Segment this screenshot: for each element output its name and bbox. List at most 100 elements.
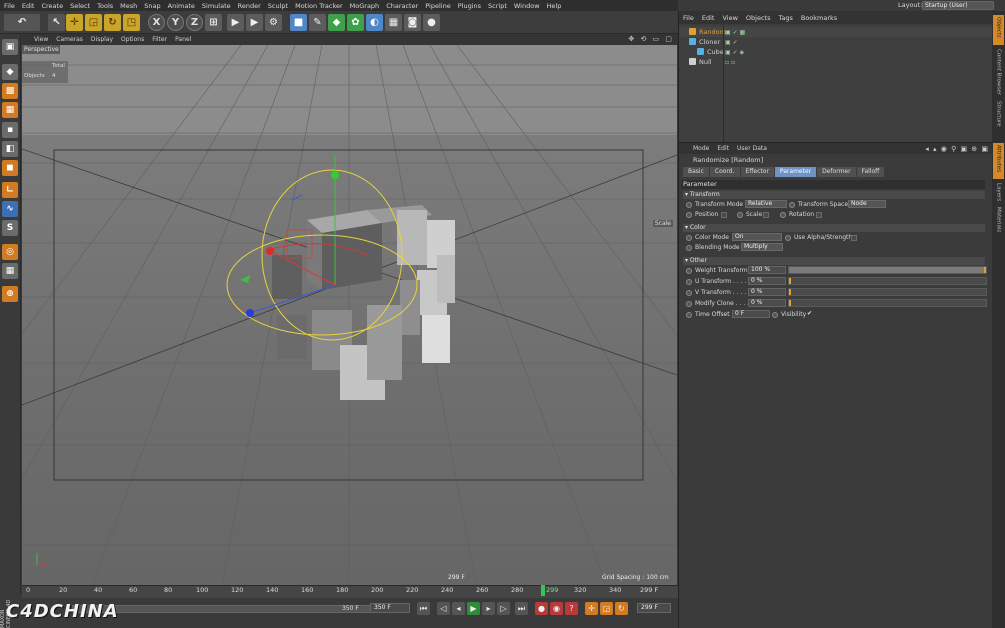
menu-mograph[interactable]: MoGraph	[350, 2, 380, 10]
om-menu-tags[interactable]: Tags	[778, 14, 792, 22]
timeline-playhead[interactable]	[541, 585, 545, 596]
am-menu-user-data[interactable]: User Data	[737, 145, 767, 152]
deformer-icon[interactable]: ◐	[366, 14, 383, 31]
render-picture-viewer-icon[interactable]: ▶	[246, 14, 263, 31]
key-scale-icon[interactable]: ◲	[600, 602, 613, 615]
z-axis-toggle[interactable]: Z	[186, 14, 203, 31]
tab-effector[interactable]: Effector	[740, 167, 774, 177]
perspective-viewport[interactable]: Perspective Total Objects 4 Scale 299 F …	[22, 45, 677, 585]
edges-mode-icon[interactable]: ◧	[2, 141, 18, 157]
select-tool-icon[interactable]: ↖	[48, 14, 65, 31]
lock-workplane-icon[interactable]: ◎	[2, 244, 18, 260]
om-menu-bookmarks[interactable]: Bookmarks	[801, 14, 837, 22]
vtab-objects[interactable]: Objects	[993, 15, 1004, 45]
cloner-icon[interactable]: ✿	[347, 14, 364, 31]
menu-script[interactable]: Script	[488, 2, 507, 10]
viewport-nav-icons[interactable]: ✥ ⟲ ▭ ▢	[628, 35, 674, 43]
slider-knob[interactable]	[789, 300, 791, 306]
recent-tool-icon[interactable]: ◳	[123, 14, 140, 31]
modify-clone-slider[interactable]	[788, 299, 987, 307]
om-menu-edit[interactable]: Edit	[702, 14, 715, 22]
color-mode-anim-toggle[interactable]	[686, 235, 692, 241]
menu-mesh[interactable]: Mesh	[120, 2, 137, 10]
model-mode-icon[interactable]: ◆	[2, 64, 18, 80]
v-transform-slider[interactable]	[788, 288, 987, 296]
om-menu-file[interactable]: File	[683, 14, 694, 22]
axis-mode-icon[interactable]: ∟	[2, 182, 18, 198]
menu-simulate[interactable]: Simulate	[202, 2, 231, 10]
object-manager-list[interactable]: Random ▣ ✓ ▦ Cloner ▣ ✓ Cube ▣ ✓ ◈ Null …	[679, 25, 993, 143]
use-alpha-checkbox[interactable]	[851, 235, 857, 241]
keyframe-selection-icon[interactable]: ?	[565, 602, 578, 615]
x-axis-toggle[interactable]: X	[148, 14, 165, 31]
u-transform-slider[interactable]	[788, 277, 987, 285]
vtab-structure[interactable]: Structure	[993, 99, 1004, 135]
y-axis-toggle[interactable]: Y	[167, 14, 184, 31]
tweak-mode-icon[interactable]: ∿	[2, 201, 18, 217]
modify-clone-anim-toggle[interactable]	[686, 301, 692, 307]
render-view-icon[interactable]: ▶	[227, 14, 244, 31]
pen-spline-icon[interactable]: ✎	[309, 14, 326, 31]
menu-render[interactable]: Render	[238, 2, 261, 10]
menu-help[interactable]: Help	[547, 2, 562, 10]
om-menu-view[interactable]: View	[722, 14, 737, 22]
transform-group-header[interactable]: ▾ Transform	[683, 191, 985, 199]
tab-deformer[interactable]: Deformer	[817, 167, 856, 177]
object-row-cloner[interactable]: Cloner ▣ ✓	[679, 37, 993, 47]
viewport-menu-view[interactable]: View	[34, 36, 48, 43]
points-mode-icon[interactable]: ▪	[2, 122, 18, 138]
undo-button[interactable]: ↶	[4, 14, 40, 31]
menu-file[interactable]: File	[4, 2, 15, 10]
object-row-cube[interactable]: Cube ▣ ✓ ◈	[679, 47, 993, 57]
make-editable-icon[interactable]: ▣	[2, 39, 18, 55]
blending-mode-select[interactable]: Multiply	[741, 243, 783, 251]
attribute-manager-nav-icons[interactable]: ◂ ▴ ◉ ⚲ ▣ ⊕ ▣	[925, 145, 989, 153]
next-frame-icon[interactable]: ▸	[482, 602, 495, 615]
visibility-flags-icon[interactable]: ▫ ▫	[725, 58, 735, 68]
v-transform-field[interactable]: 0 %	[748, 288, 786, 296]
texture-mode-icon[interactable]: ▩	[2, 83, 18, 99]
visibility-anim-toggle[interactable]	[772, 312, 778, 318]
vtab-materials[interactable]: Materials	[993, 205, 1004, 237]
menu-edit[interactable]: Edit	[22, 2, 35, 10]
other-group-header[interactable]: ▾ Other	[683, 257, 985, 265]
viewport-menu-options[interactable]: Options	[121, 36, 144, 43]
play-icon[interactable]: ▶	[467, 602, 480, 615]
scale-checkbox[interactable]	[763, 212, 769, 218]
menu-plugins[interactable]: Plugins	[458, 2, 481, 10]
cube-primitive-icon[interactable]: ■	[290, 14, 307, 31]
tab-parameter[interactable]: Parameter	[774, 167, 817, 177]
auto-key-icon[interactable]: ◉	[550, 602, 563, 615]
color-mode-select[interactable]: On	[732, 233, 782, 241]
coordinate-system-icon[interactable]: ⊞	[205, 14, 222, 31]
go-to-start-icon[interactable]: ⏮	[417, 602, 430, 615]
object-row-null[interactable]: Null ▫ ▫	[679, 57, 993, 67]
time-offset-anim-toggle[interactable]	[686, 312, 692, 318]
use-alpha-anim-toggle[interactable]	[785, 235, 791, 241]
am-menu-edit[interactable]: Edit	[717, 145, 729, 152]
slider-knob[interactable]	[789, 289, 791, 295]
rotation-checkbox[interactable]	[816, 212, 822, 218]
record-keys-icon[interactable]: ●	[535, 602, 548, 615]
camera-icon[interactable]: ◙	[404, 14, 421, 31]
menu-window[interactable]: Window	[514, 2, 540, 10]
polygons-mode-icon[interactable]: ◼	[2, 160, 18, 176]
planar-workplane-icon[interactable]: ▦	[2, 263, 18, 279]
solo-icon[interactable]: ⊕	[2, 286, 18, 302]
weight-transform-slider[interactable]	[788, 266, 987, 274]
key-position-icon[interactable]: ✛	[585, 602, 598, 615]
move-tool-icon[interactable]: ✛	[66, 14, 83, 31]
prev-frame-icon[interactable]: ◂	[452, 602, 465, 615]
workplane-icon[interactable]: ▦	[2, 102, 18, 118]
subdivision-icon[interactable]: ◆	[328, 14, 345, 31]
floor-icon[interactable]: ▦	[385, 14, 402, 31]
menu-snap[interactable]: Snap	[144, 2, 160, 10]
vtab-layers[interactable]: Layers	[993, 181, 1004, 203]
u-transform-anim-toggle[interactable]	[686, 279, 692, 285]
current-frame-field[interactable]: 299 F	[637, 603, 671, 613]
next-key-icon[interactable]: ▷	[497, 602, 510, 615]
slider-knob[interactable]	[984, 267, 986, 273]
visibility-checkbox[interactable]: ✔	[807, 310, 812, 317]
vtab-content-browser[interactable]: Content Browser	[993, 47, 1004, 97]
transform-space-select[interactable]: Node	[848, 200, 886, 208]
